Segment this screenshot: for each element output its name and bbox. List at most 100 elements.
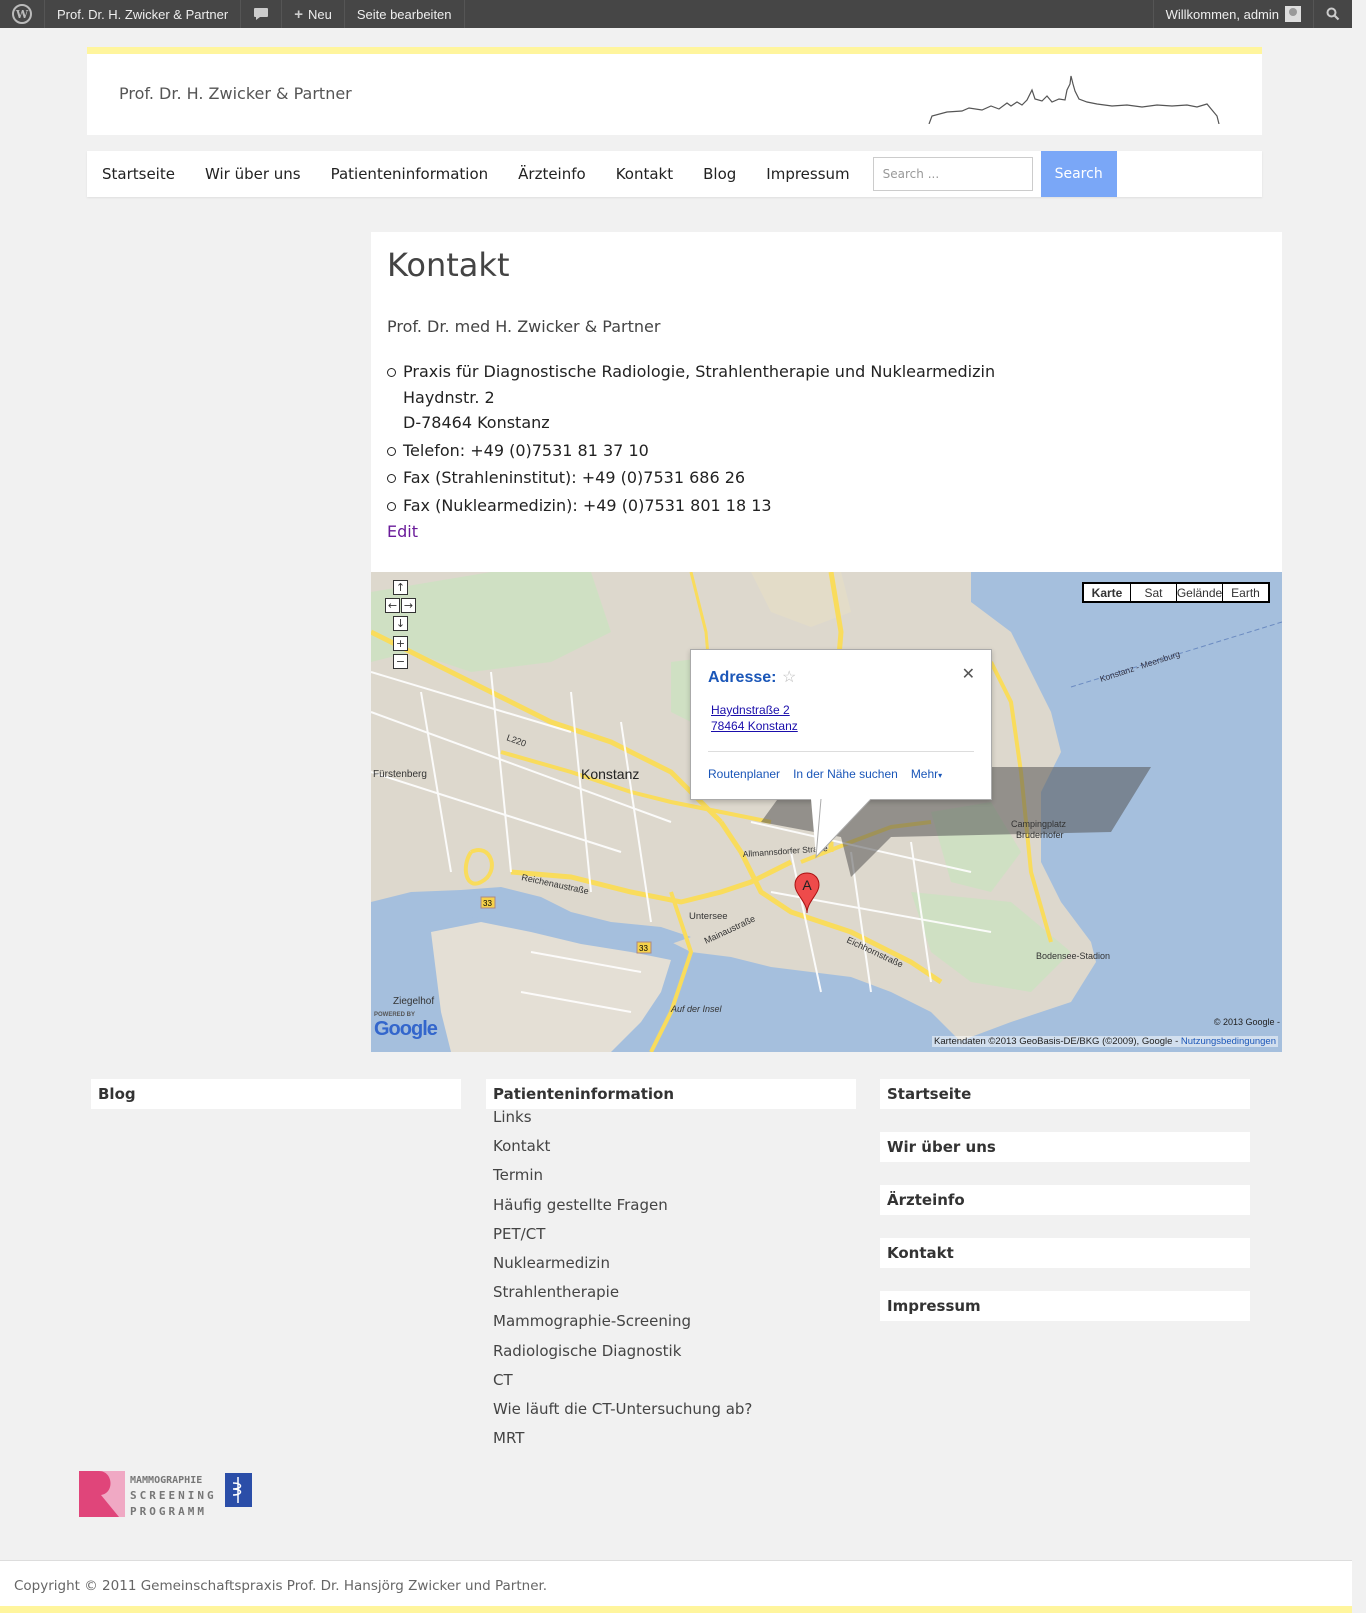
new-content-button[interactable]: + Neu	[282, 0, 345, 28]
map-type-control: Karte Sat Gelände Earth	[1082, 582, 1270, 603]
svg-text:33: 33	[639, 944, 648, 953]
attribution-text: Kartendaten ©2013 GeoBasis-DE/BKG (©2009…	[934, 1036, 1179, 1047]
list-item[interactable]: Kontakt	[493, 1132, 752, 1161]
svg-text:PROGRAMM: PROGRAMM	[130, 1505, 207, 1518]
svg-text:Bodensee-Stadion: Bodensee-Stadion	[1036, 951, 1110, 961]
nav-item-patienteninformation[interactable]: Patienteninformation	[316, 165, 504, 183]
list-item[interactable]: Mammographie-Screening	[493, 1307, 752, 1336]
widget-page-startseite[interactable]: Startseite	[880, 1079, 1250, 1109]
list-item[interactable]: Nuklearmedizin	[493, 1249, 752, 1278]
info-window-links: Routenplaner In der Nähe suchen Mehr▾	[708, 767, 942, 781]
nav-item-wir-ueber-uns[interactable]: Wir über uns	[190, 165, 316, 183]
address-street[interactable]: Haydnstraße 2	[711, 702, 798, 718]
list-item[interactable]: Links	[493, 1103, 752, 1132]
practice-name: Prof. Dr. med H. Zwicker & Partner	[387, 317, 661, 336]
site-header: Prof. Dr. H. Zwicker & Partner	[87, 47, 1262, 135]
page-title: Kontakt	[387, 246, 510, 284]
info-window: Adresse: ☆ ✕ Haydnstraße 2 78464 Konstan…	[690, 649, 992, 800]
google-logo[interactable]: POWERED BY Google	[374, 1012, 438, 1041]
svg-text:Untersee: Untersee	[689, 911, 728, 922]
info-window-title: Adresse:	[708, 669, 777, 686]
address-city[interactable]: 78464 Konstanz	[711, 718, 798, 734]
pan-left-icon[interactable]: ←	[385, 598, 400, 613]
search-input[interactable]: Search ...	[872, 157, 1033, 191]
list-item[interactable]: MRT	[493, 1424, 752, 1453]
info-window-tail	[811, 799, 872, 859]
nav-item-impressum[interactable]: Impressum	[751, 165, 864, 183]
edit-page-link[interactable]: Seite bearbeiten	[345, 0, 465, 28]
map-type-earth[interactable]: Earth	[1222, 584, 1268, 601]
svg-text:A: A	[802, 877, 812, 893]
google-logo-text: Google	[374, 1018, 438, 1040]
map-copyright: © 2013 Google -	[1213, 1017, 1280, 1027]
list-item[interactable]: Häufig gestellte Fragen	[493, 1191, 752, 1220]
more-link[interactable]: Mehr▾	[911, 767, 942, 781]
svg-text:SCREENING: SCREENING	[130, 1489, 217, 1502]
mammographie-screening-logo[interactable]: MAMMOGRAPHIE SCREENING PROGRAMM	[79, 1471, 254, 1519]
wordpress-logo-button[interactable]: W	[0, 0, 45, 28]
svg-text:MAMMOGRAPHIE: MAMMOGRAPHIE	[130, 1475, 202, 1486]
pan-up-icon[interactable]: ↑	[393, 580, 408, 595]
nav-item-startseite[interactable]: Startseite	[87, 165, 190, 183]
zoom-in-icon[interactable]: +	[393, 636, 408, 651]
contact-list: Praxis für Diagnostische Radiologie, Str…	[387, 359, 995, 520]
list-item[interactable]: Strahlentherapie	[493, 1278, 752, 1307]
admin-site-name-link[interactable]: Prof. Dr. H. Zwicker & Partner	[45, 0, 242, 28]
zoom-out-icon[interactable]: −	[393, 654, 408, 669]
page-content: Kontakt Prof. Dr. med H. Zwicker & Partn…	[371, 232, 1282, 572]
map-attribution: Kartendaten ©2013 GeoBasis-DE/BKG (©2009…	[932, 1036, 1278, 1047]
search-button[interactable]: Search	[1040, 151, 1117, 197]
nav-item-aerzteinfo[interactable]: Ärzteinfo	[503, 165, 601, 183]
list-item[interactable]: Wie läuft die CT-Untersuchung ab?	[493, 1395, 752, 1424]
pan-right-icon[interactable]: →	[401, 598, 416, 613]
patient-info-list: Links Kontakt Termin Häufig gestellte Fr…	[493, 1103, 752, 1453]
site-title[interactable]: Prof. Dr. H. Zwicker & Partner	[119, 84, 352, 103]
list-item[interactable]: Termin	[493, 1161, 752, 1190]
widget-page-aerzteinfo[interactable]: Ärzteinfo	[880, 1185, 1250, 1215]
chevron-down-icon: ▾	[938, 771, 943, 780]
svg-text:Fürstenberg: Fürstenberg	[373, 769, 427, 780]
list-item[interactable]: Radiologische Diagnostik	[493, 1337, 752, 1366]
admin-search-button[interactable]	[1313, 0, 1352, 28]
main-navigation: Startseite Wir über uns Patienteninforma…	[87, 151, 1262, 197]
info-window-address[interactable]: Haydnstraße 2 78464 Konstanz	[711, 702, 798, 734]
divider	[708, 751, 974, 752]
comments-button[interactable]	[241, 0, 283, 28]
new-content-label: Neu	[307, 6, 332, 22]
map-marker-icon[interactable]: A	[794, 872, 820, 914]
widget-page-wir-ueber-uns[interactable]: Wir über uns	[880, 1132, 1250, 1162]
account-menu[interactable]: Willkommen, admin	[1152, 0, 1313, 28]
widget-page-impressum[interactable]: Impressum	[880, 1291, 1250, 1321]
avatar	[1285, 6, 1301, 22]
address-line-1: Praxis für Diagnostische Radiologie, Str…	[403, 362, 996, 381]
widget-page-kontakt[interactable]: Kontakt	[880, 1238, 1250, 1268]
more-label: Mehr	[910, 767, 939, 781]
nearby-search-link[interactable]: In der Nähe suchen	[793, 767, 898, 781]
terms-link[interactable]: Nutzungsbedingungen	[1181, 1036, 1276, 1047]
welcome-text: Willkommen, admin	[1165, 6, 1279, 22]
address-line-3: D-78464 Konstanz	[403, 413, 550, 432]
map-type-karte[interactable]: Karte	[1084, 584, 1130, 601]
list-item[interactable]: CT	[493, 1366, 752, 1395]
close-icon[interactable]: ✕	[962, 664, 975, 684]
svg-text:Campingplatz: Campingplatz	[1011, 819, 1067, 829]
route-planner-link[interactable]: Routenplaner	[708, 767, 780, 781]
map-type-sat[interactable]: Sat	[1130, 584, 1176, 601]
comment-icon	[254, 8, 269, 20]
list-item[interactable]: PET/CT	[493, 1220, 752, 1249]
pan-down-icon[interactable]: ↓	[393, 616, 408, 631]
plus-icon: +	[294, 5, 303, 23]
nav-item-kontakt[interactable]: Kontakt	[601, 165, 688, 183]
nav-item-blog[interactable]: Blog	[688, 165, 751, 183]
skyline-illustration	[928, 75, 1220, 124]
map-type-gelaende[interactable]: Gelände	[1176, 584, 1222, 601]
svg-text:Bruderhofer: Bruderhofer	[1016, 830, 1064, 840]
list-item: Praxis für Diagnostische Radiologie, Str…	[387, 359, 995, 436]
edit-link[interactable]: Edit	[387, 522, 418, 541]
address-line-2: Haydnstr. 2	[403, 387, 495, 407]
star-icon[interactable]: ☆	[782, 667, 796, 687]
google-map[interactable]: Konstanz Fürstenberg Untersee Campingpla…	[371, 572, 1282, 1052]
fax-nuklearmedizin-item: Fax (Nuklearmedizin): +49 (0)7531 801 18…	[387, 493, 995, 519]
wordpress-icon: W	[12, 4, 32, 24]
footer-copyright: Copyright © 2011 Gemeinschaftspraxis Pro…	[14, 1578, 548, 1594]
